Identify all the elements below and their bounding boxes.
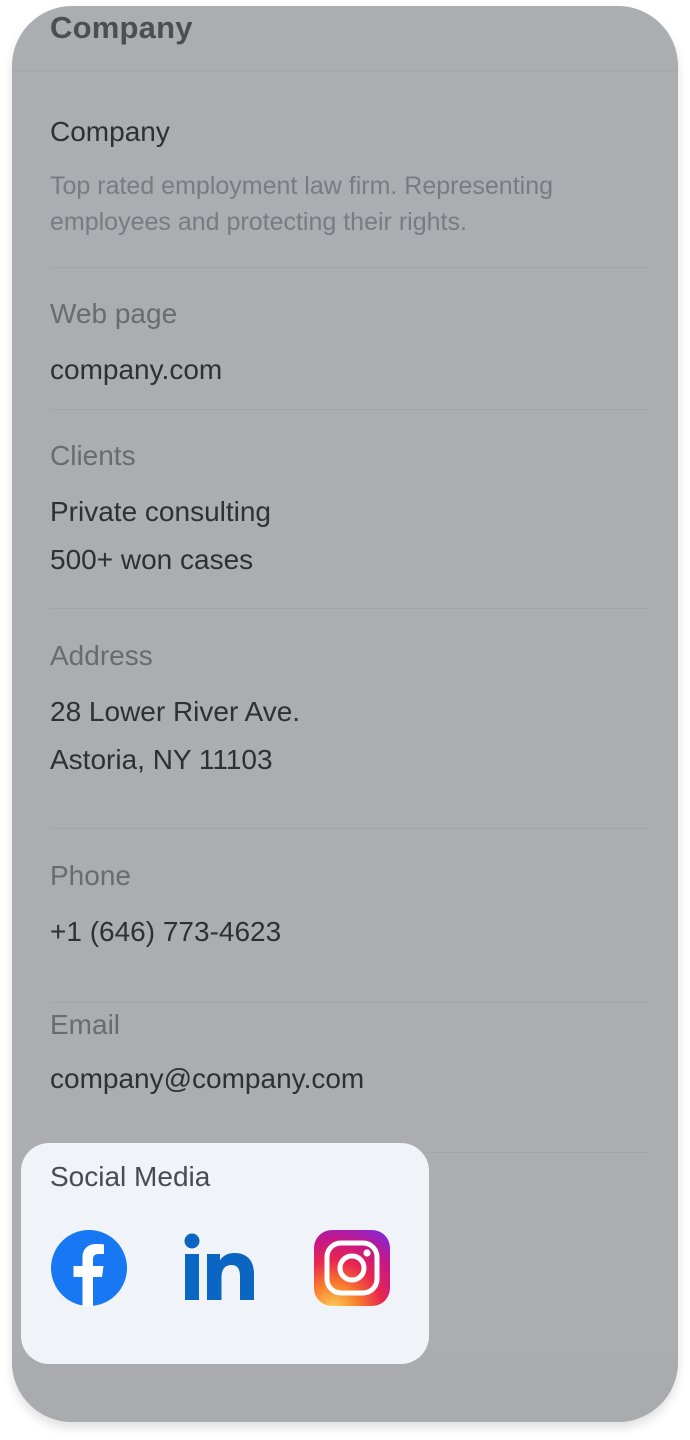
- address-line: 28 Lower River Ave.: [50, 696, 301, 727]
- phone-label: Phone: [50, 860, 131, 891]
- address-line: Astoria, NY 11103: [50, 744, 273, 775]
- linkedin-icon[interactable]: [181, 1229, 259, 1307]
- social-media-card: Social Media: [21, 1143, 429, 1364]
- web-page-link[interactable]: company.com: [50, 346, 222, 394]
- company-name: Company: [50, 116, 170, 147]
- divider: [50, 1002, 648, 1003]
- clients-line: 500+ won cases: [50, 544, 254, 575]
- phone-screen: Company Company Top rated employment law…: [12, 6, 678, 1422]
- phone-number[interactable]: +1 (646) 773-4623: [50, 908, 281, 956]
- header-divider: [12, 70, 678, 72]
- address-label: Address: [50, 640, 153, 671]
- divider: [50, 828, 648, 829]
- web-page-label: Web page: [50, 298, 178, 329]
- page-title: Company: [50, 10, 193, 45]
- divider: [50, 267, 648, 268]
- company-description: Top rated employment law firm. Represent…: [50, 172, 554, 236]
- bottom-strip: [12, 1358, 678, 1422]
- facebook-icon[interactable]: [50, 1229, 128, 1308]
- clients-line: Private consulting: [50, 496, 272, 527]
- email-address[interactable]: company@company.com: [50, 1055, 364, 1103]
- instagram-icon[interactable]: [313, 1229, 391, 1307]
- divider: [50, 608, 648, 609]
- email-label: Email: [50, 1009, 121, 1040]
- clients-label: Clients: [50, 440, 136, 471]
- divider: [50, 409, 648, 410]
- social-media-title: Social Media: [50, 1161, 211, 1192]
